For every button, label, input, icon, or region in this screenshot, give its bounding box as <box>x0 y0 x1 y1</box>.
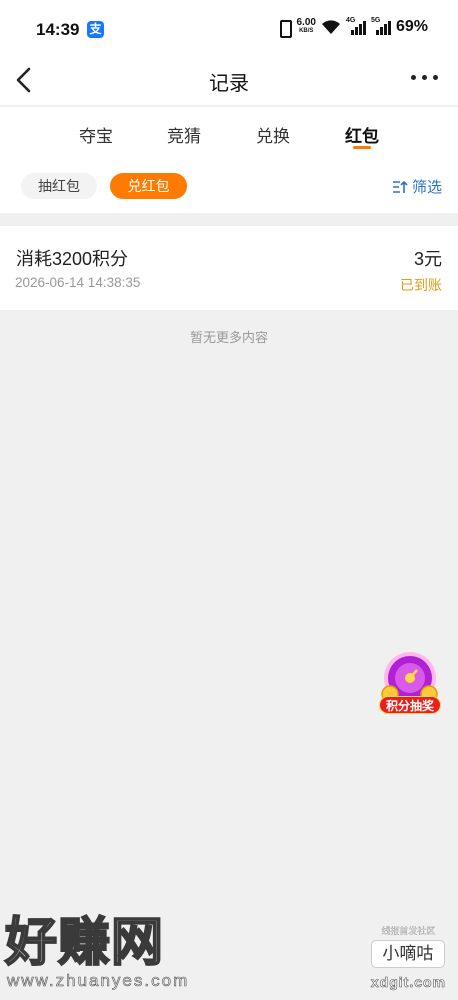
watermark-left-url: www.zhuanyes.com <box>7 971 190 991</box>
record-time: 2026-06-14 14:38:35 <box>15 275 141 290</box>
active-tab-indicator <box>353 146 371 149</box>
signal-icon-sim2: 5G <box>371 17 391 35</box>
record-tabs: 夺宝 竞猜 兑换 红包 <box>0 106 458 159</box>
record-status: 已到账 <box>400 277 442 293</box>
lottery-wheel-icon <box>381 652 438 702</box>
list-item[interactable]: 消耗3200积分 2026-06-14 14:38:35 3元 已到账 <box>0 226 458 310</box>
watermark-right-tagline: 线报首发社区 <box>381 926 436 936</box>
network-speed: 6.00 KB/S <box>297 18 316 36</box>
status-bar: 14:39 支 6.00 KB/S 4G 5G 69% <box>0 0 458 58</box>
lottery-label: 积分抽奖 <box>379 696 441 714</box>
filter-icon <box>392 180 408 193</box>
network-speed-unit: KB/S <box>299 28 314 34</box>
no-more-content: 暂无更多内容 <box>189 330 268 345</box>
tab-exchange[interactable]: 兑换 <box>243 122 303 147</box>
filter-label: 筛选 <box>411 179 442 196</box>
more-options-icon[interactable] <box>411 75 438 80</box>
filter-row: 抽红包 兑红包 筛选 <box>0 159 458 213</box>
status-time: 14:39 <box>36 20 80 39</box>
chip-redeem-red-packet[interactable]: 兑红包 <box>110 173 187 199</box>
record-amount: 3元 <box>413 249 442 269</box>
tab-red-packet[interactable]: 红包 <box>332 122 392 147</box>
watermark-right-brand: 小嘀咕 <box>370 940 445 968</box>
page-title: 记录 <box>209 73 249 95</box>
watermark-right-domain: xdgit.com <box>370 974 446 991</box>
battery-level: 69% <box>395 18 428 35</box>
alipay-icon: 支 <box>87 21 104 38</box>
chip-grab-red-packet[interactable]: 抽红包 <box>21 173 97 199</box>
watermark-left: 好赚网 www.zhuanyes.com <box>4 914 190 991</box>
watermark-right: 线报首发社区 小嘀咕 xdgit.com <box>371 924 446 990</box>
watermark-left-title: 好赚网 <box>4 914 165 972</box>
signal-icon-sim1: 4G <box>346 17 366 35</box>
wifi-icon <box>321 20 340 34</box>
filter-button[interactable]: 筛选 <box>392 176 442 197</box>
status-indicators: 6.00 KB/S 4G 5G 69% <box>276 17 428 38</box>
points-lottery-button[interactable]: 积分抽奖 <box>373 650 447 718</box>
tab-guess[interactable]: 竞猜 <box>154 122 214 147</box>
record-title: 消耗3200积分 <box>16 249 129 269</box>
vibrate-icon <box>276 18 292 38</box>
nav-bar: 记录 <box>0 58 458 105</box>
tab-treasure[interactable]: 夺宝 <box>66 122 126 147</box>
